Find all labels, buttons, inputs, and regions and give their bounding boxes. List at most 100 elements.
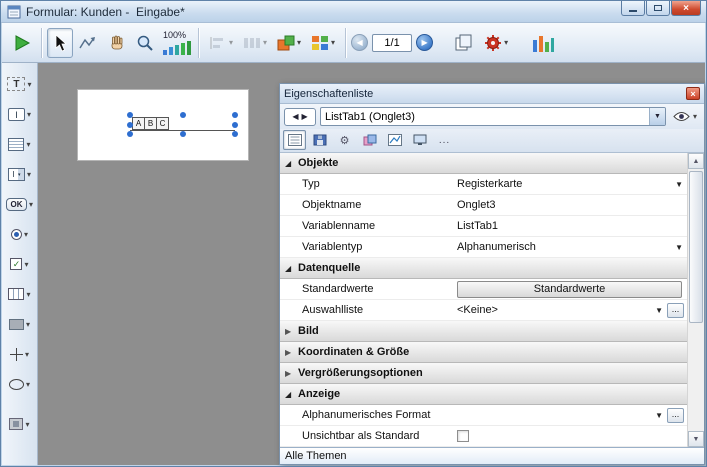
object-selector-dropdown[interactable]: ListTab1 (Onglet3) ▼ [320, 107, 666, 126]
tab-data[interactable] [308, 130, 331, 150]
input-tool-icon: I [8, 108, 25, 121]
chevron-down-icon[interactable]: ▾ [25, 350, 29, 359]
chevron-down-icon[interactable]: ▾ [24, 260, 28, 269]
run-form-button[interactable] [8, 28, 36, 58]
scroll-down-button[interactable]: ▼ [688, 431, 704, 447]
pages-icon [454, 34, 474, 52]
form-properties-button[interactable]: ▾ [479, 28, 513, 58]
next-object-icon[interactable]: ▶ [302, 112, 308, 121]
pages-button[interactable] [449, 28, 479, 58]
scrollbar-thumb[interactable] [689, 171, 703, 323]
zoom-level-control[interactable]: 100% [163, 31, 193, 55]
chevron-down-icon[interactable]: ▾ [26, 320, 30, 329]
tool-input[interactable]: I ▾ [3, 99, 37, 129]
tool-text[interactable]: T ▾ [3, 69, 37, 99]
themes-filter-bar[interactable]: Alle Themen [280, 447, 704, 464]
tab-chart[interactable] [383, 130, 406, 150]
chevron-down-icon[interactable]: ▾ [27, 110, 31, 119]
standardwerte-button[interactable]: Standardwerte [457, 281, 682, 298]
prev-object-icon[interactable]: ◀ [292, 112, 298, 121]
maximize-button[interactable] [646, 1, 670, 16]
selection-handle[interactable] [232, 131, 238, 137]
entry-order-tool-button[interactable] [73, 28, 103, 58]
close-button[interactable]: × [671, 1, 701, 16]
chevron-down-icon[interactable]: ▾ [27, 170, 31, 179]
matrix-icon [311, 35, 329, 51]
objektname-field[interactable]: Onglet3 [457, 195, 687, 215]
property-list-header[interactable]: Eigenschaftenliste × [280, 84, 704, 104]
tab-objects[interactable] [358, 130, 381, 150]
titlebar[interactable]: Formular: Kunden - Eingabe* × [1, 1, 706, 23]
section-datenquelle[interactable]: ◢ Datenquelle [280, 258, 687, 279]
hand-tool-button[interactable] [103, 28, 131, 58]
dropdown-button[interactable]: ▼ [649, 108, 665, 125]
visibility-options-button[interactable]: ▾ [670, 107, 700, 126]
distribute-tool-button[interactable]: ▾ [238, 28, 272, 58]
align-tool-button[interactable]: ▾ [204, 28, 238, 58]
chevron-down-icon[interactable]: ▾ [26, 290, 30, 299]
unsichtbar-checkbox[interactable] [457, 430, 469, 442]
tool-button[interactable]: OK ▾ [3, 189, 37, 219]
tool-combobox[interactable]: I▾ ▾ [3, 159, 37, 189]
expanded-icon: ◢ [285, 159, 297, 168]
chevron-down-icon[interactable]: ▾ [27, 80, 31, 89]
chevron-down-icon[interactable]: ▾ [24, 230, 28, 239]
variablenname-field[interactable]: ListTab1 [457, 216, 687, 236]
selection-handle[interactable] [127, 112, 133, 118]
close-icon: × [683, 3, 689, 14]
property-grid: ◢ Objekte Typ Registerkarte ▼ Objektname… [280, 153, 704, 447]
typ-dropdown[interactable]: Registerkarte ▼ [457, 174, 687, 194]
selection-handle[interactable] [127, 122, 133, 128]
tool-listbox[interactable]: ▾ [3, 129, 37, 159]
tool-oval[interactable]: ▾ [3, 369, 37, 399]
selection-handle[interactable] [232, 112, 238, 118]
list-editor-button[interactable] [527, 28, 559, 58]
tool-line[interactable]: ▾ [3, 339, 37, 369]
panel-close-button[interactable]: × [686, 87, 700, 100]
section-bild[interactable]: ▶ Bild [280, 321, 687, 342]
chevron-down-icon[interactable]: ▾ [29, 200, 33, 209]
chevron-down-icon[interactable]: ▾ [26, 140, 30, 149]
magnifier-icon [136, 34, 154, 52]
chevron-down-icon[interactable]: ▾ [25, 420, 29, 429]
section-vergroesserung[interactable]: ▶ Vergrößerungsoptionen [280, 363, 687, 384]
selection-handle[interactable] [180, 131, 186, 137]
tab-settings[interactable]: ⚙ [333, 130, 356, 150]
select-tool-button[interactable] [47, 28, 73, 58]
grid-tool-button[interactable]: ▾ [306, 28, 340, 58]
previous-page-button[interactable]: ◀ [351, 34, 368, 51]
selection-handle[interactable] [180, 112, 186, 118]
section-koordinaten[interactable]: ▶ Koordinaten & Größe [280, 342, 687, 363]
object-nav-control[interactable]: ◀ ▶ [284, 108, 316, 126]
auswahlliste-ellipsis-button[interactable]: ... [667, 303, 684, 318]
list-icon [288, 134, 302, 146]
tab-display[interactable] [408, 130, 431, 150]
scrollbar-track[interactable] [688, 169, 704, 431]
tool-rectangle[interactable]: ▾ [3, 309, 37, 339]
format-ellipsis-button[interactable]: ... [667, 408, 684, 423]
next-page-button[interactable]: ▶ [416, 34, 433, 51]
zoom-tool-button[interactable] [131, 28, 159, 58]
tab-control-object[interactable]: A B C [130, 115, 235, 135]
tool-plugin[interactable]: ▾ [3, 409, 37, 439]
variablentyp-dropdown[interactable]: Alphanumerisch ▼ [457, 237, 687, 257]
tab-more[interactable]: ... [433, 130, 456, 150]
tool-radio[interactable]: ▾ [3, 219, 37, 249]
form-page[interactable]: A B C [77, 89, 249, 161]
text-tool-icon: T [7, 77, 25, 91]
chevron-down-icon[interactable]: ▾ [26, 380, 30, 389]
selection-handle[interactable] [127, 131, 133, 137]
section-objekte[interactable]: ◢ Objekte [280, 153, 687, 174]
scroll-up-button[interactable]: ▲ [688, 153, 704, 169]
tab-c[interactable]: C [156, 117, 169, 130]
minimize-button[interactable] [621, 1, 645, 16]
section-anzeige[interactable]: ◢ Anzeige [280, 384, 687, 405]
tool-buttongrid[interactable]: ▾ [3, 279, 37, 309]
tool-checkbox[interactable]: ✓ ▾ [3, 249, 37, 279]
selection-handle[interactable] [232, 122, 238, 128]
line-chart-icon [388, 134, 402, 146]
level-tool-button[interactable]: ▾ [272, 28, 306, 58]
format-dropdown[interactable]: ▼ ... [457, 405, 687, 425]
auswahlliste-dropdown[interactable]: <Keine> ▼ ... [457, 300, 687, 320]
tab-properties-list[interactable] [283, 130, 306, 150]
